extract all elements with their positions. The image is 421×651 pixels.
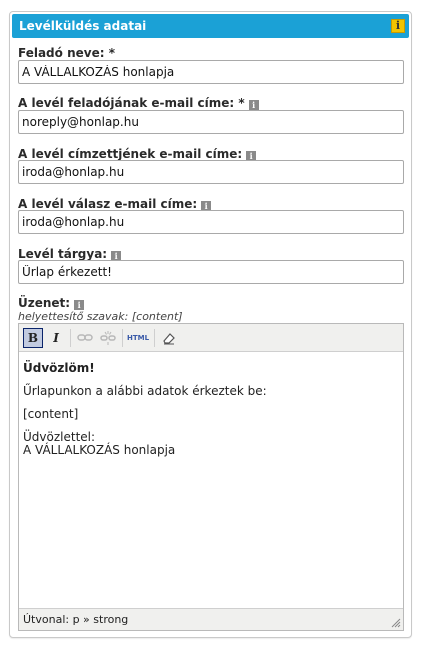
editor-statusbar: Útvonal: p » strong [19, 608, 403, 630]
eraser-icon[interactable] [159, 328, 179, 348]
unlink-icon[interactable] [98, 328, 118, 348]
editor-toolbar: B I HTML [19, 324, 403, 352]
subject-input[interactable] [18, 260, 404, 284]
info-icon[interactable]: i [74, 300, 85, 310]
html-source-button[interactable]: HTML [126, 328, 150, 348]
link-icon[interactable] [75, 328, 95, 348]
sender-name-input[interactable] [18, 60, 404, 84]
signature-text: A VÁLLALKOZÁS honlapja [23, 443, 176, 457]
email-settings-panel: Levélküldés adatai i Feladó neve: * A le… [9, 11, 412, 638]
italic-button[interactable]: I [46, 328, 66, 348]
reply-email-input[interactable] [18, 210, 404, 234]
resize-grip-icon[interactable] [391, 618, 401, 628]
info-icon[interactable]: i [248, 100, 259, 110]
toolbar-separator [154, 329, 155, 347]
sender-name-label: Feladó neve: * [18, 46, 115, 60]
sender-email-input[interactable] [18, 110, 404, 134]
subject-label: Levél tárgya: i [18, 247, 122, 261]
editor-content[interactable]: Üdvözlöm! Űrlapunkon a alábbi adatok érk… [23, 362, 399, 467]
substitution-hint: helyettesítő szavak: [content] [18, 310, 183, 323]
toolbar-separator [70, 329, 71, 347]
element-path: Útvonal: p » strong [23, 613, 129, 626]
content-placeholder: [content] [23, 407, 79, 421]
message-label: Üzenet: i [18, 296, 85, 310]
info-icon[interactable]: i [391, 19, 405, 33]
recipient-email-input[interactable] [18, 160, 404, 184]
rich-text-editor[interactable]: B I HTML Üdvözlöm! Űrlapunkon a alábbi a… [18, 323, 404, 631]
reply-email-label: A levél válasz e-mail címe: i [18, 197, 212, 211]
recipient-email-label: A levél címzettjének e-mail címe: i [18, 147, 257, 161]
bold-button[interactable]: B [23, 328, 43, 348]
panel-title: Levélküldés adatai [19, 19, 147, 33]
toolbar-separator [122, 329, 123, 347]
intro-text: Űrlapunkon a alábbi adatok érkeztek be: [23, 384, 267, 398]
sender-email-label: A levél feladójának e-mail címe: * i [18, 96, 259, 110]
greeting-text: Üdvözlöm! [23, 361, 95, 375]
panel-header: Levélküldés adatai i [12, 14, 409, 38]
